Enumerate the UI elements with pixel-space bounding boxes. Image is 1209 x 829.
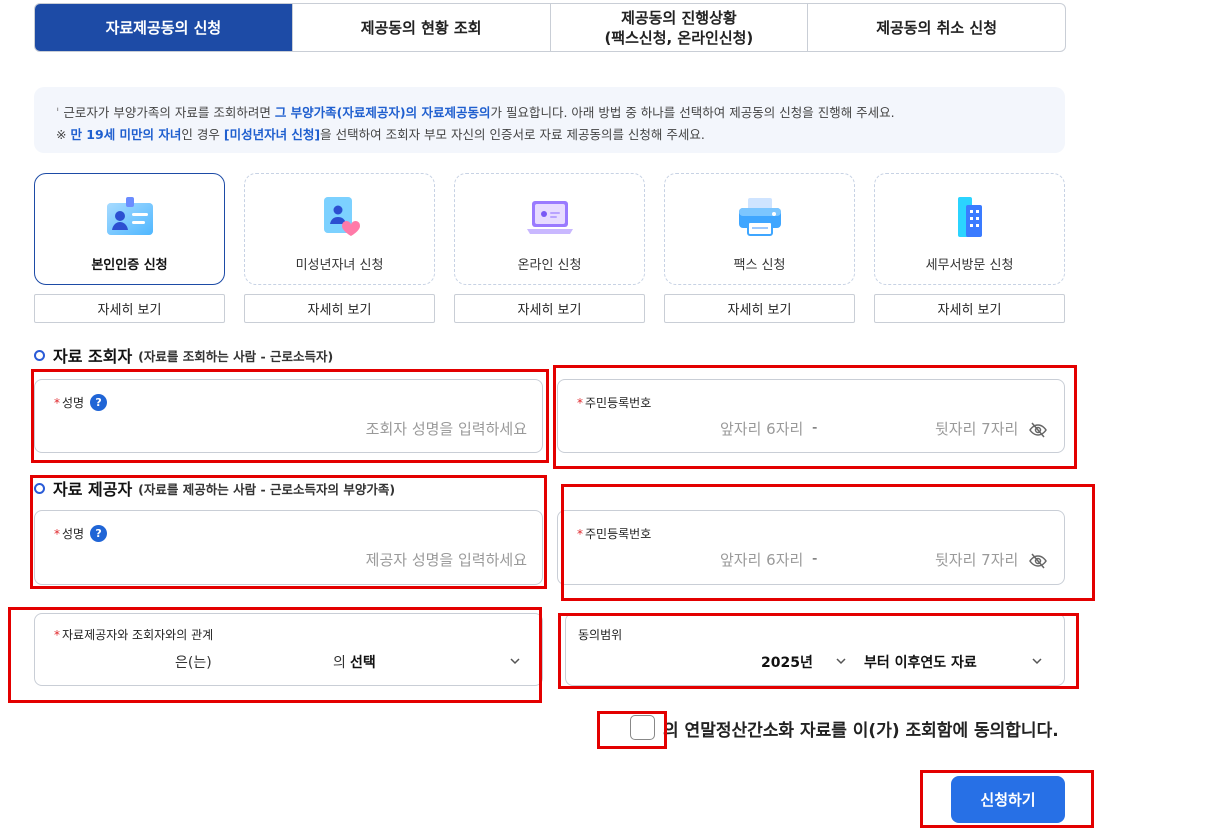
provider-rrn-front-input[interactable]: 앞자리 6자리	[720, 549, 803, 570]
detail-button-fax[interactable]: 자세히 보기	[664, 294, 855, 323]
info-line-2: ※ 만 19세 미만의 자녀인 경우 [미성년자녀 신청]을 선택하여 조회자 …	[56, 127, 705, 142]
provider-name-input[interactable]: 제공자 성명을 입력하세요	[366, 549, 527, 570]
scope-range-select[interactable]: 부터 이후연도 자료	[864, 652, 977, 672]
tab-consent-status[interactable]: 제공동의 현황 조회	[291, 4, 550, 51]
method-label: 팩스 신청	[733, 258, 786, 273]
detail-button-online[interactable]: 자세히 보기	[454, 294, 645, 323]
relation-field: * 자료제공자와 조회자와의 관계 은(는) 의 선택	[34, 613, 543, 686]
method-label: 세무서방문 신청	[925, 258, 1014, 273]
bullet-icon	[34, 482, 45, 494]
field-label: * 주민등록번호	[577, 395, 652, 411]
detail-button-minor[interactable]: 자세히 보기	[244, 294, 435, 323]
laptop-icon	[526, 194, 574, 240]
method-card-minor[interactable]: 미성년자녀 신청	[244, 173, 435, 285]
tab-consent-progress[interactable]: 제공동의 진행상황 (팩스신청, 온라인신청)	[549, 4, 808, 51]
tab-label: 자료제공동의 신청	[105, 18, 222, 37]
agree-checkbox[interactable]	[630, 715, 655, 740]
viewer-name-input[interactable]: 조회자 성명을 입력하세요	[366, 418, 527, 439]
child-card-icon	[316, 194, 364, 240]
chevron-down-icon[interactable]	[1032, 656, 1042, 666]
section-subtitle: (자료를 조회하는 사람 - 근로소득자)	[138, 348, 334, 364]
id-card-icon	[106, 194, 154, 240]
section-title: 자료 제공자	[53, 480, 133, 499]
method-card-visit[interactable]: 세무서방문 신청	[874, 173, 1065, 285]
chevron-down-icon[interactable]	[510, 656, 520, 666]
bullet-icon	[34, 349, 45, 361]
method-label: 온라인 신청	[517, 258, 582, 273]
fax-icon	[736, 194, 784, 240]
section-provider-header: 자료 제공자 (자료를 제공하는 사람 - 근로소득자의 부양가족)	[34, 476, 395, 500]
help-icon[interactable]: ?	[90, 394, 108, 411]
section-title: 자료 조회자	[53, 347, 133, 366]
relation-select[interactable]: 선택	[350, 652, 376, 672]
method-card-online[interactable]: 온라인 신청	[454, 173, 645, 285]
viewer-rrn-field: * 주민등록번호 앞자리 6자리 - 뒷자리 7자리	[557, 379, 1065, 453]
provider-rrn-field: * 주민등록번호 앞자리 6자리 - 뒷자리 7자리	[557, 510, 1065, 585]
chevron-down-icon[interactable]	[836, 656, 846, 666]
provider-name-field[interactable]: * 성명? 제공자 성명을 입력하세요	[34, 510, 543, 585]
section-viewer-header: 자료 조회자 (자료를 조회하는 사람 - 근로소득자)	[34, 343, 333, 367]
field-label: * 주민등록번호	[577, 526, 652, 542]
tab-label: 제공동의 취소 신청	[876, 18, 998, 37]
method-label: 본인인증 신청	[91, 258, 168, 273]
agree-text: 의 연말정산간소화 자료를 이(가) 조회함에 동의합니다.	[663, 721, 1059, 741]
detail-button-visit[interactable]: 자세히 보기	[874, 294, 1065, 323]
method-label: 미성년자녀 신청	[295, 258, 384, 273]
relation-middle: 의	[333, 655, 346, 671]
scope-year-select[interactable]: 2025년	[761, 652, 813, 672]
eye-off-icon[interactable]	[1029, 553, 1047, 569]
tab-consent-request[interactable]: 자료제공동의 신청	[35, 4, 292, 51]
viewer-rrn-back-input[interactable]: 뒷자리 7자리	[935, 418, 1018, 439]
method-card-fax[interactable]: 팩스 신청	[664, 173, 855, 285]
detail-button-self-auth[interactable]: 자세히 보기	[34, 294, 225, 323]
scope-field: 동의범위 2025년 부터 이후연도 자료	[565, 613, 1065, 686]
info-line-1: ˈ 근로자가 부양가족의 자료를 조회하려면 그 부양가족(자료제공자)의 자료…	[56, 105, 895, 120]
rrn-dash: -	[812, 418, 818, 436]
method-card-self-auth[interactable]: 본인인증 신청	[34, 173, 225, 285]
building-icon	[946, 194, 994, 240]
relation-prefix: 은(는)	[175, 655, 212, 671]
field-label: 동의범위	[578, 628, 623, 642]
rrn-dash: -	[812, 549, 818, 567]
tab-label: 제공동의 현황 조회	[360, 18, 482, 37]
provider-rrn-back-input[interactable]: 뒷자리 7자리	[935, 549, 1018, 570]
section-subtitle: (자료를 제공하는 사람 - 근로소득자의 부양가족)	[138, 481, 396, 497]
viewer-name-field[interactable]: * 성명? 조회자 성명을 입력하세요	[34, 379, 543, 453]
eye-off-icon[interactable]	[1029, 422, 1047, 438]
field-label: * 성명?	[54, 525, 108, 542]
info-notice: ˈ 근로자가 부양가족의 자료를 조회하려면 그 부양가족(자료제공자)의 자료…	[34, 87, 1065, 153]
tab-bar: 자료제공동의 신청 제공동의 현황 조회 제공동의 진행상황 (팩스신청, 온라…	[34, 3, 1066, 52]
tab-label-sub: (팩스신청, 온라인신청)	[604, 28, 754, 47]
submit-button[interactable]: 신청하기	[951, 776, 1065, 823]
help-icon[interactable]: ?	[90, 525, 108, 542]
tab-consent-cancel[interactable]: 제공동의 취소 신청	[807, 4, 1065, 51]
field-label: * 성명?	[54, 394, 108, 411]
viewer-rrn-front-input[interactable]: 앞자리 6자리	[720, 418, 803, 439]
field-label: * 자료제공자와 조회자와의 관계	[54, 627, 214, 643]
tab-label: 제공동의 진행상황	[621, 8, 737, 27]
